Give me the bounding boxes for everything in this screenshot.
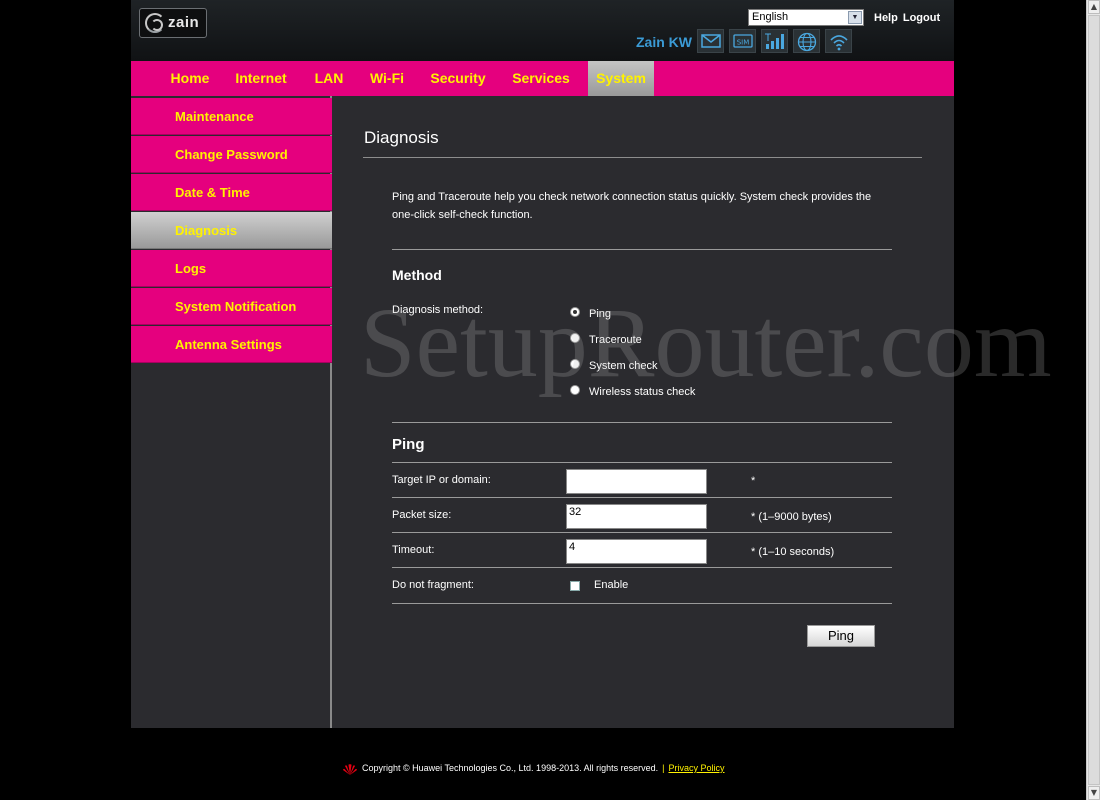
signal-strength-icon	[761, 29, 788, 53]
radio-traceroute-label: Traceroute	[589, 334, 642, 346]
sim-label: SIM	[737, 39, 750, 47]
radio-system-check-label: System check	[589, 360, 658, 372]
footer: Copyright © Huawei Technologies Co., Ltd…	[342, 760, 725, 776]
row-divider	[392, 497, 892, 498]
fragment-option-label: Enable	[594, 579, 629, 591]
logout-link[interactable]: Logout	[903, 12, 940, 24]
row-divider	[392, 603, 892, 604]
main-content: Diagnosis Ping and Traceroute help you c…	[334, 96, 954, 728]
help-link[interactable]: Help	[874, 12, 898, 24]
method-heading: Method	[392, 267, 442, 283]
radio-traceroute[interactable]	[570, 333, 580, 343]
mail-icon[interactable]	[697, 29, 724, 53]
target-hint: *	[751, 475, 756, 487]
timeout-label: Timeout:	[392, 544, 435, 556]
radio-system-check[interactable]	[570, 359, 580, 369]
row-divider	[392, 567, 892, 568]
fragment-label: Do not fragment:	[392, 579, 474, 591]
scroll-thumb[interactable]	[1088, 15, 1100, 785]
language-value: English	[752, 11, 789, 23]
tab-lan[interactable]: LAN	[306, 61, 352, 96]
tab-internet[interactable]: Internet	[227, 61, 295, 96]
row-divider	[392, 462, 892, 463]
sidebar-item-diagnosis[interactable]: Diagnosis	[131, 212, 332, 249]
packet-size-input[interactable]: 32	[566, 504, 707, 529]
copyright-text: Copyright © Huawei Technologies Co., Ltd…	[362, 763, 659, 773]
sidebar: Maintenance Change Password Date & Time …	[131, 96, 332, 728]
timeout-input[interactable]: 4	[566, 539, 707, 564]
scroll-down-arrow-icon[interactable]: ▼	[1088, 786, 1100, 800]
operator-name: Zain KW	[636, 34, 692, 50]
globe-icon	[793, 29, 820, 53]
logo-text: zain	[168, 14, 200, 31]
ping-button[interactable]: Ping	[807, 625, 875, 647]
tab-services[interactable]: Services	[505, 61, 577, 96]
timeout-hint: * (1–10 seconds)	[751, 546, 835, 558]
chevron-down-icon[interactable]: ▼	[848, 11, 862, 24]
page-title: Diagnosis	[364, 128, 439, 147]
sidebar-item-date-time[interactable]: Date & Time	[131, 174, 332, 211]
sidebar-item-logs[interactable]: Logs	[131, 250, 332, 287]
zain-swirl-icon	[145, 13, 165, 33]
main-nav: Home Internet LAN Wi-Fi Security Service…	[131, 61, 954, 96]
tab-security[interactable]: Security	[423, 61, 493, 96]
section-divider	[392, 422, 892, 423]
packet-size-label: Packet size:	[392, 509, 452, 521]
huawei-logo-icon	[342, 762, 358, 776]
sidebar-item-antenna-settings[interactable]: Antenna Settings	[131, 326, 332, 363]
sidebar-item-change-password[interactable]: Change Password	[131, 136, 332, 173]
header: zain English ▼ Help Logout Zain KW SIM	[131, 0, 954, 61]
top-links: Help Logout	[874, 12, 945, 24]
footer-separator: |	[662, 763, 665, 773]
privacy-policy-link[interactable]: Privacy Policy	[668, 763, 724, 773]
tab-wifi[interactable]: Wi-Fi	[363, 61, 411, 96]
sim-card-icon: SIM	[729, 29, 756, 53]
browser-scrollbar[interactable]: ▲ ▼	[1086, 0, 1100, 800]
scroll-up-arrow-icon[interactable]: ▲	[1088, 0, 1100, 14]
zain-logo: zain	[139, 8, 207, 38]
wifi-icon	[825, 29, 852, 53]
radio-ping[interactable]	[570, 307, 580, 317]
fragment-checkbox[interactable]	[570, 581, 580, 591]
tab-home[interactable]: Home	[159, 61, 221, 96]
radio-wireless-status-check-label: Wireless status check	[589, 386, 696, 398]
title-divider	[363, 157, 922, 158]
row-divider	[392, 532, 892, 533]
tab-system[interactable]: System	[588, 61, 654, 96]
section-divider	[392, 249, 892, 250]
sidebar-item-system-notification[interactable]: System Notification	[131, 288, 332, 325]
router-page: zain English ▼ Help Logout Zain KW SIM H…	[131, 0, 954, 728]
target-input[interactable]	[566, 469, 707, 494]
radio-wireless-status-check[interactable]	[570, 385, 580, 395]
target-label: Target IP or domain:	[392, 474, 491, 486]
diagnosis-method-label: Diagnosis method:	[392, 304, 484, 316]
ping-heading: Ping	[392, 436, 425, 453]
packet-size-hint: * (1–9000 bytes)	[751, 511, 832, 523]
sidebar-item-maintenance[interactable]: Maintenance	[131, 98, 332, 135]
page-description: Ping and Traceroute help you check netwo…	[392, 191, 872, 221]
language-select[interactable]: English ▼	[748, 9, 864, 26]
radio-ping-label: Ping	[589, 308, 612, 320]
